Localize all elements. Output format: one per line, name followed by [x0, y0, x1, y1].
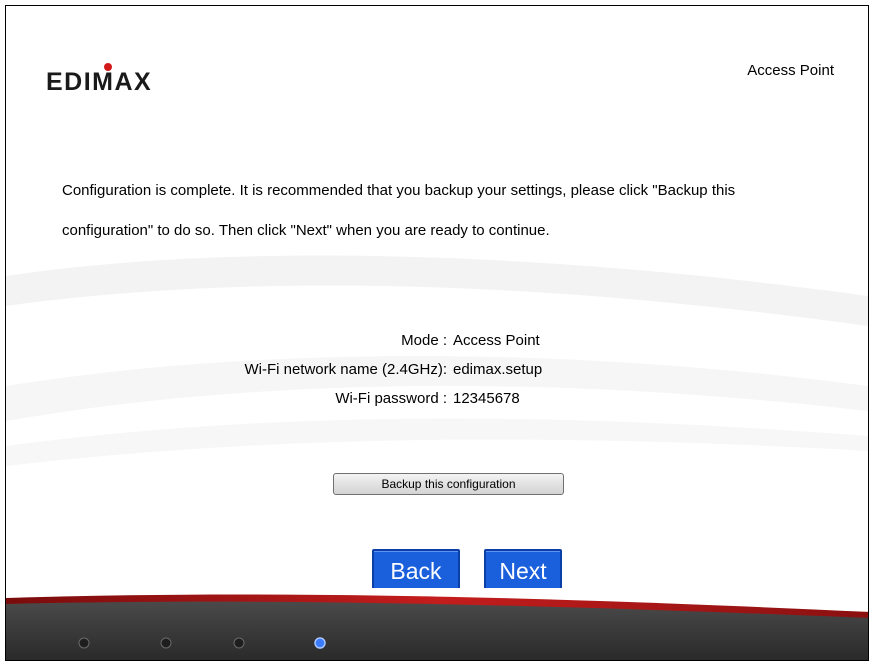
step-dot-active-icon — [314, 637, 326, 649]
setting-value: edimax.setup — [453, 361, 543, 378]
step-dot-icon — [233, 637, 245, 649]
message-line-1: Configuration is complete. It is recomme… — [62, 182, 736, 199]
mode-title: Access Point — [747, 62, 834, 79]
brand-text: EDIMAX — [46, 68, 152, 94]
setting-label: Wi-Fi network name (2.4GHz): — [244, 361, 447, 378]
edimax-logo: EDIMAX — [44, 62, 184, 99]
completion-message: Configuration is complete. It is recomme… — [62, 171, 832, 251]
setting-row-mode: Mode : Access Point — [6, 328, 868, 357]
logo-dot-icon — [104, 63, 112, 71]
setting-label: Wi-Fi password : — [335, 390, 447, 407]
setup-wizard-window: EDIMAX Access Point Configuration is com… — [5, 5, 869, 661]
settings-summary: Mode : Access Point Wi-Fi network name (… — [6, 328, 868, 415]
setting-label: Mode : — [401, 332, 447, 349]
setting-row-wifi-name: Wi-Fi network name (2.4GHz): edimax.setu… — [6, 357, 868, 386]
backup-configuration-button[interactable]: Backup this configuration — [333, 473, 564, 495]
setting-row-wifi-password: Wi-Fi password : 12345678 — [6, 386, 868, 415]
setting-value: Access Point — [453, 332, 540, 349]
step-dot-icon — [78, 637, 90, 649]
message-line-2: configuration" to do so. Then click "Nex… — [62, 222, 550, 239]
setting-value: 12345678 — [453, 390, 520, 407]
footer-bar — [6, 588, 868, 660]
step-dot-icon — [160, 637, 172, 649]
